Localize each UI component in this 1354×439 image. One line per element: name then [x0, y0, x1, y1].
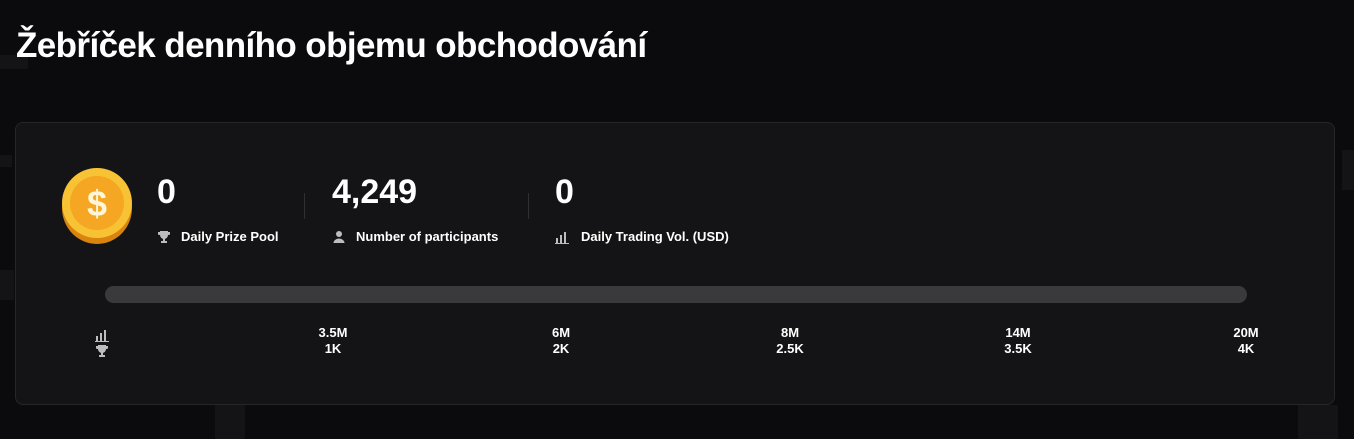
trophy-icon: [96, 345, 108, 357]
trading-volume-label: Daily Trading Vol. (USD): [581, 229, 729, 244]
milestone-volume: 6M: [551, 325, 571, 340]
milestone-prize: 4K: [1237, 341, 1255, 356]
milestone-prize: 3.5K: [1004, 341, 1032, 356]
milestone: 6M 2K: [521, 325, 601, 357]
milestone-prize: 2.5K: [776, 341, 804, 356]
background-pattern: [0, 155, 12, 167]
background-pattern: [0, 270, 14, 300]
milestone-volume: 3.5M: [318, 325, 348, 340]
milestone: 20M 4K: [1206, 325, 1286, 357]
bar-chart-icon: [555, 231, 569, 244]
user-icon: [333, 230, 345, 243]
prize-pool-value: 0: [157, 173, 176, 211]
stat-divider: [528, 193, 529, 219]
milestone-legend: [95, 327, 111, 359]
svg-text:$: $: [87, 183, 107, 224]
background-pattern: [1298, 405, 1338, 439]
stat-trading-volume: 0 Daily Trading Vol. (USD): [555, 173, 729, 244]
milestone: 8M 2.5K: [750, 325, 830, 357]
stat-participants: 4,249 Number of participants: [332, 173, 498, 244]
page-title: Žebříček denního objemu obchodování: [16, 26, 647, 65]
stat-divider: [304, 193, 305, 219]
milestone-prize: 1K: [324, 341, 342, 356]
milestone-prize: 2K: [552, 341, 570, 356]
background-pattern: [1342, 150, 1354, 190]
trophy-icon: [158, 230, 170, 243]
trading-volume-value: 0: [555, 173, 574, 211]
milestone-volume: 8M: [780, 325, 800, 340]
leaderboard-card: $ 0 Daily Prize Pool 4,249 Number of par…: [15, 122, 1335, 405]
participants-value: 4,249: [332, 173, 418, 211]
progress-track: [105, 286, 1247, 303]
stat-prize-pool: 0 Daily Prize Pool: [157, 173, 279, 244]
background-pattern: [215, 405, 245, 439]
bar-chart-icon: [95, 330, 109, 342]
milestone-volume: 14M: [1005, 325, 1031, 340]
milestone: 14M 3.5K: [978, 325, 1058, 357]
coin-icon: $: [62, 168, 132, 244]
participants-label: Number of participants: [356, 229, 499, 244]
milestone: 3.5M 1K: [293, 325, 373, 357]
page: Žebříček denního objemu obchodování $ 0 …: [0, 0, 1354, 439]
prize-pool-label: Daily Prize Pool: [181, 229, 279, 244]
milestone-volume: 20M: [1233, 325, 1259, 340]
